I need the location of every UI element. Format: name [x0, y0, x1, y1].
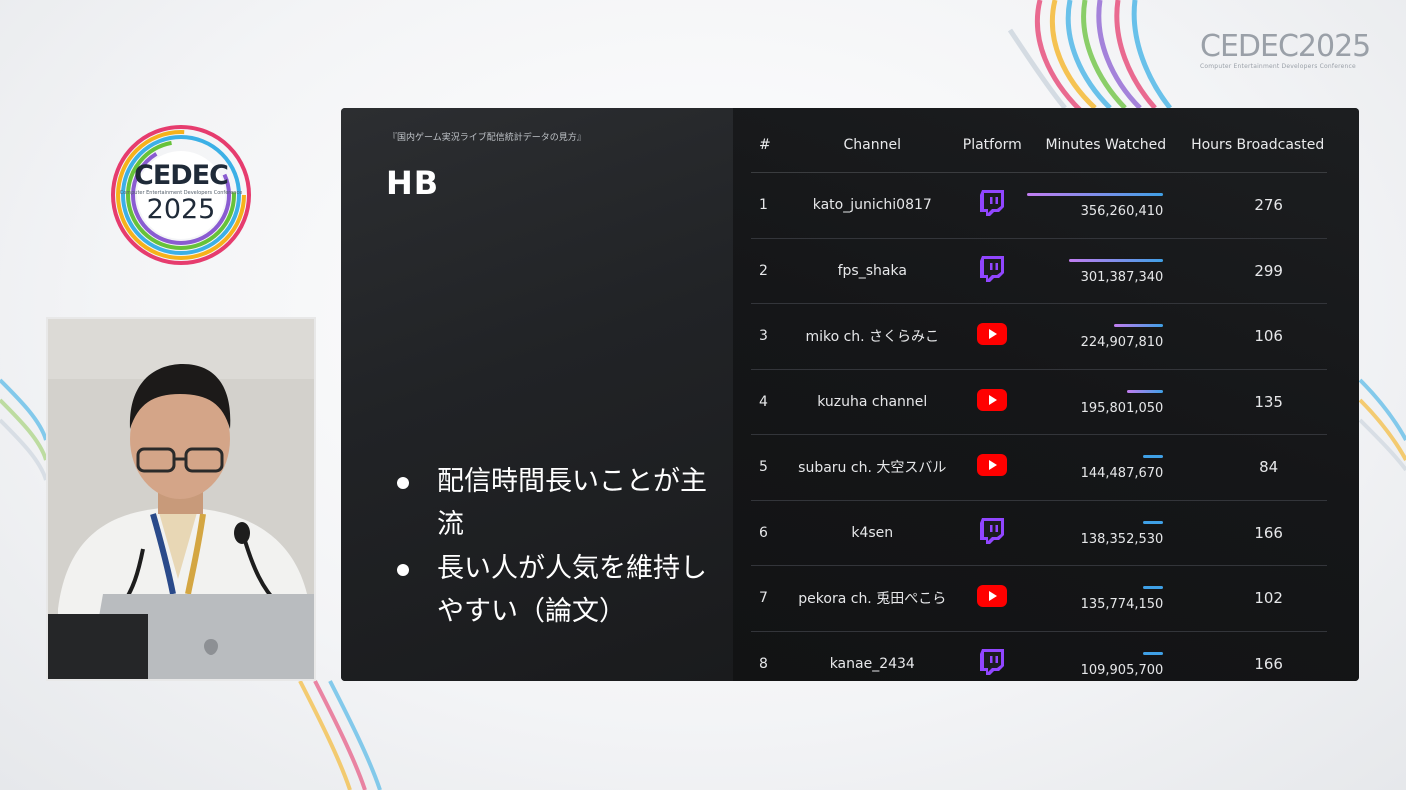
twitch-icon	[979, 517, 1005, 549]
table-row: 6 k4sen 138,352,530 166	[751, 500, 1327, 566]
channel-cell: pekora ch. 兎田ぺこら	[783, 565, 962, 632]
youtube-icon	[977, 323, 1008, 349]
header-minutes-watched: Minutes Watched	[1023, 118, 1189, 173]
slide-text-panel: 『国内ゲーム実況ライブ配信統計データの見方』 HB 配信時間長いことが主流 長い…	[341, 108, 733, 681]
rank-cell: 8	[751, 631, 784, 681]
minutes-cell: 135,774,150	[1023, 565, 1189, 632]
header-hours-broadcasted: Hours Broadcasted	[1188, 118, 1327, 173]
minutes-bar	[1143, 520, 1164, 524]
minutes-cell: 195,801,050	[1023, 369, 1189, 435]
minutes-bar	[1113, 324, 1164, 328]
table-row: 5 subaru ch. 大空スバル 144,487,670 84	[751, 434, 1327, 501]
slide-title: HB	[386, 164, 440, 202]
minutes-bar	[1143, 455, 1164, 459]
table-row: 3 miko ch. さくらみこ 224,907,810 106	[751, 303, 1327, 370]
header-platform: Platform	[961, 118, 1024, 173]
channel-cell: kanae_2434	[783, 631, 962, 681]
rank-cell: 4	[751, 369, 784, 435]
channel-cell: subaru ch. 大空スバル	[783, 434, 962, 501]
rank-cell: 1	[751, 172, 784, 239]
minutes-bar	[1069, 258, 1164, 262]
header-rank: #	[751, 118, 784, 173]
twitch-icon	[979, 255, 1005, 287]
minutes-value: 138,352,530	[1080, 531, 1164, 547]
platform-cell	[961, 500, 1024, 566]
minutes-value: 109,905,700	[1080, 662, 1164, 678]
table-row: 4 kuzuha channel 195,801,050 135	[751, 369, 1327, 435]
minutes-cell: 356,260,410	[1023, 172, 1189, 239]
youtube-icon	[977, 388, 1008, 415]
minutes-value: 224,907,810	[1080, 335, 1164, 351]
channel-cell: kuzuha channel	[783, 369, 962, 435]
bullet-item: 配信時間長いことが主流	[391, 460, 711, 546]
minutes-bar	[1143, 586, 1164, 590]
minutes-bar	[1126, 389, 1164, 393]
hours-cell: 106	[1188, 303, 1327, 370]
hours-cell: 166	[1188, 631, 1327, 681]
minutes-value: 195,801,050	[1080, 400, 1164, 416]
minutes-value: 356,260,410	[1080, 204, 1164, 220]
bullet-dot-icon	[397, 564, 409, 576]
minutes-value: 144,487,670	[1080, 466, 1164, 482]
presentation-slide: 『国内ゲーム実況ライブ配信統計データの見方』 HB 配信時間長いことが主流 長い…	[341, 108, 1359, 681]
platform-cell	[961, 369, 1024, 435]
slide-breadcrumb: 『国内ゲーム実況ライブ配信統計データの見方』	[388, 133, 586, 143]
minutes-value: 135,774,150	[1080, 597, 1164, 613]
table-header-row: # Channel Platform Minutes Watched Hours…	[751, 118, 1327, 173]
channel-ranking-table: # Channel Platform Minutes Watched Hours…	[751, 118, 1327, 681]
minutes-bar	[1143, 651, 1164, 655]
channel-cell: fps_shaka	[783, 238, 962, 304]
table-row: 2 fps_shaka 301,387,340 299	[751, 238, 1327, 304]
rank-cell: 6	[751, 500, 784, 566]
channel-cell: k4sen	[783, 500, 962, 566]
hours-cell: 299	[1188, 238, 1327, 304]
youtube-icon	[977, 585, 1008, 611]
header-channel: Channel	[783, 118, 962, 173]
hours-cell: 102	[1188, 565, 1327, 632]
rank-cell: 2	[751, 238, 784, 304]
speaker-camera-feed	[46, 317, 316, 681]
platform-cell	[961, 172, 1024, 239]
table-row: 1 kato_junichi0817 356,260,410 276	[751, 172, 1327, 239]
event-logo-top-right: CEDEC2025 Computer Entertainment Develop…	[1200, 29, 1371, 71]
bullet-item: 長い人が人気を維持しやすい（論文）	[391, 547, 711, 633]
hours-cell: 166	[1188, 500, 1327, 566]
minutes-cell: 301,387,340	[1023, 238, 1189, 304]
minutes-bar	[1027, 193, 1164, 197]
table-row: 8 kanae_2434 109,905,700 166	[751, 631, 1327, 681]
rank-cell: 7	[751, 565, 784, 632]
platform-cell	[961, 565, 1024, 632]
channel-cell: miko ch. さくらみこ	[783, 303, 962, 370]
speaker-image	[48, 319, 314, 679]
platform-cell	[961, 303, 1024, 370]
minutes-cell: 224,907,810	[1023, 303, 1189, 370]
twitch-icon	[979, 189, 1005, 221]
platform-cell	[961, 434, 1024, 501]
platform-cell	[961, 631, 1024, 681]
hours-cell: 276	[1188, 172, 1327, 239]
hours-cell: 84	[1188, 434, 1327, 501]
twitch-icon	[979, 648, 1005, 680]
youtube-icon	[977, 454, 1008, 480]
table-row: 7 pekora ch. 兎田ぺこら 135,774,150 102	[751, 565, 1327, 632]
minutes-cell: 144,487,670	[1023, 434, 1189, 501]
rank-cell: 5	[751, 434, 784, 501]
rank-cell: 3	[751, 303, 784, 370]
minutes-cell: 138,352,530	[1023, 500, 1189, 566]
channel-cell: kato_junichi0817	[783, 172, 962, 239]
hours-cell: 135	[1188, 369, 1327, 435]
slide-bullets: 配信時間長いことが主流 長い人が人気を維持しやすい（論文）	[391, 460, 711, 634]
bullet-dot-icon	[397, 477, 409, 489]
minutes-value: 301,387,340	[1080, 269, 1164, 285]
minutes-cell: 109,905,700	[1023, 631, 1189, 681]
event-logo: CEDEC Computer Entertainment Developers …	[119, 160, 243, 225]
platform-cell	[961, 238, 1024, 304]
